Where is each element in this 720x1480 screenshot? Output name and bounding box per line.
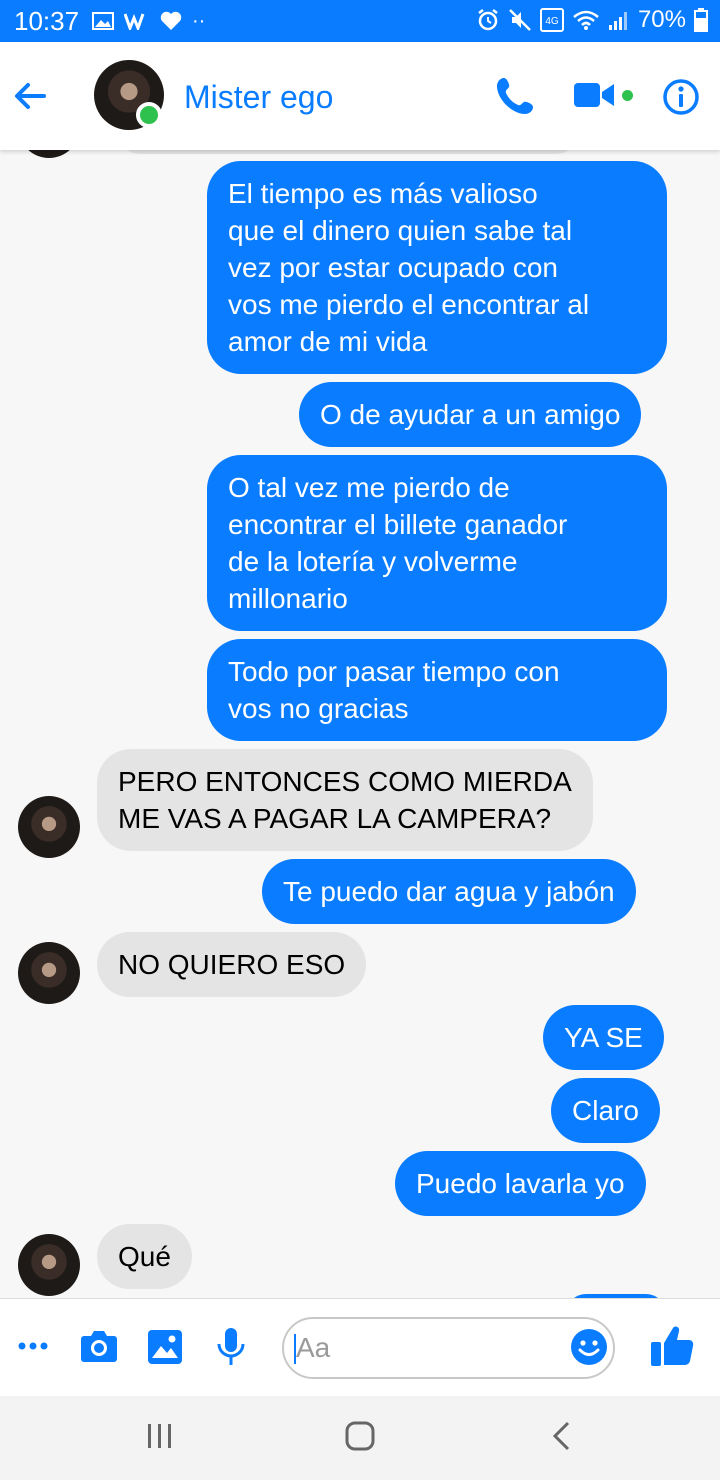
contact-avatar-small xyxy=(18,942,80,1004)
status-time: 10:37 xyxy=(14,6,80,36)
message-bubble-sent[interactable]: Todo por pasar tiempo con vos no gracias xyxy=(207,639,667,741)
video-camera-icon[interactable] xyxy=(574,80,614,110)
message-bubble-sent[interactable]: Te puedo dar agua y jabón xyxy=(262,859,636,924)
svg-text:4G: 4G xyxy=(545,16,559,27)
message-bubble-sent[interactable]: O de ayudar a un amigo xyxy=(299,382,642,447)
back-arrow-icon[interactable] xyxy=(12,78,48,114)
more-dots-icon[interactable] xyxy=(18,1339,48,1353)
mute-icon xyxy=(509,9,531,31)
message-composer xyxy=(0,1298,720,1396)
text-cursor xyxy=(294,1334,296,1364)
battery-percent: 70% xyxy=(637,6,686,33)
system-navigation-bar xyxy=(0,1396,720,1480)
recent-apps-icon[interactable] xyxy=(146,1422,174,1450)
home-icon[interactable] xyxy=(344,1420,376,1452)
battery-icon xyxy=(694,8,708,32)
contact-avatar-small xyxy=(18,796,80,858)
thumbs-up-icon[interactable] xyxy=(650,1325,694,1367)
status-bar: 10:37 ·· 4G 70% xyxy=(0,0,720,42)
emoji-icon[interactable] xyxy=(570,1328,608,1366)
message-input[interactable] xyxy=(282,1317,615,1379)
online-status-indicator xyxy=(136,102,162,128)
image-icon[interactable] xyxy=(148,1330,182,1364)
message-bubble-received[interactable]: PERO ENTONCES COMO MIERDA ME VAS A PAGAR… xyxy=(97,749,593,851)
message-bubble-received-partial xyxy=(118,150,578,154)
gallery-notification-icon xyxy=(92,12,114,30)
camera-icon[interactable] xyxy=(80,1329,118,1363)
phone-icon[interactable] xyxy=(496,76,534,116)
contact-avatar-small xyxy=(18,1234,80,1296)
more-notifications-icon: ·· xyxy=(192,10,206,32)
conversation-header: Mister ego xyxy=(0,42,720,150)
heart-notification-icon xyxy=(160,11,182,30)
alarm-icon xyxy=(478,9,498,31)
volte-icon: 4G xyxy=(539,8,564,32)
message-bubble-received[interactable]: Qué xyxy=(97,1224,192,1289)
contact-name[interactable]: Mister ego xyxy=(184,79,333,116)
message-bubble-received[interactable]: NO QUIERO ESO xyxy=(97,932,367,997)
video-active-dot xyxy=(622,90,633,101)
wifi-icon xyxy=(573,10,599,30)
w-app-notification-icon xyxy=(124,13,145,30)
message-bubble-sent[interactable]: YA SE xyxy=(543,1005,664,1070)
message-bubble-sent[interactable]: Claro xyxy=(551,1078,660,1143)
message-bubble-sent[interactable]: El tiempo es más valioso que el dinero q… xyxy=(207,161,667,374)
signal-icon xyxy=(608,12,627,30)
nav-back-icon[interactable] xyxy=(550,1420,574,1452)
message-bubble-sent[interactable]: O tal vez me pierdo de encontrar el bill… xyxy=(207,455,667,631)
contact-avatar-small xyxy=(18,150,80,158)
message-bubble-sent[interactable]: Puedo lavarla yo xyxy=(395,1151,646,1216)
info-icon[interactable] xyxy=(662,78,700,116)
message-list[interactable]: El tiempo es más valioso que el dinero q… xyxy=(0,150,720,1298)
microphone-icon[interactable] xyxy=(216,1327,246,1367)
